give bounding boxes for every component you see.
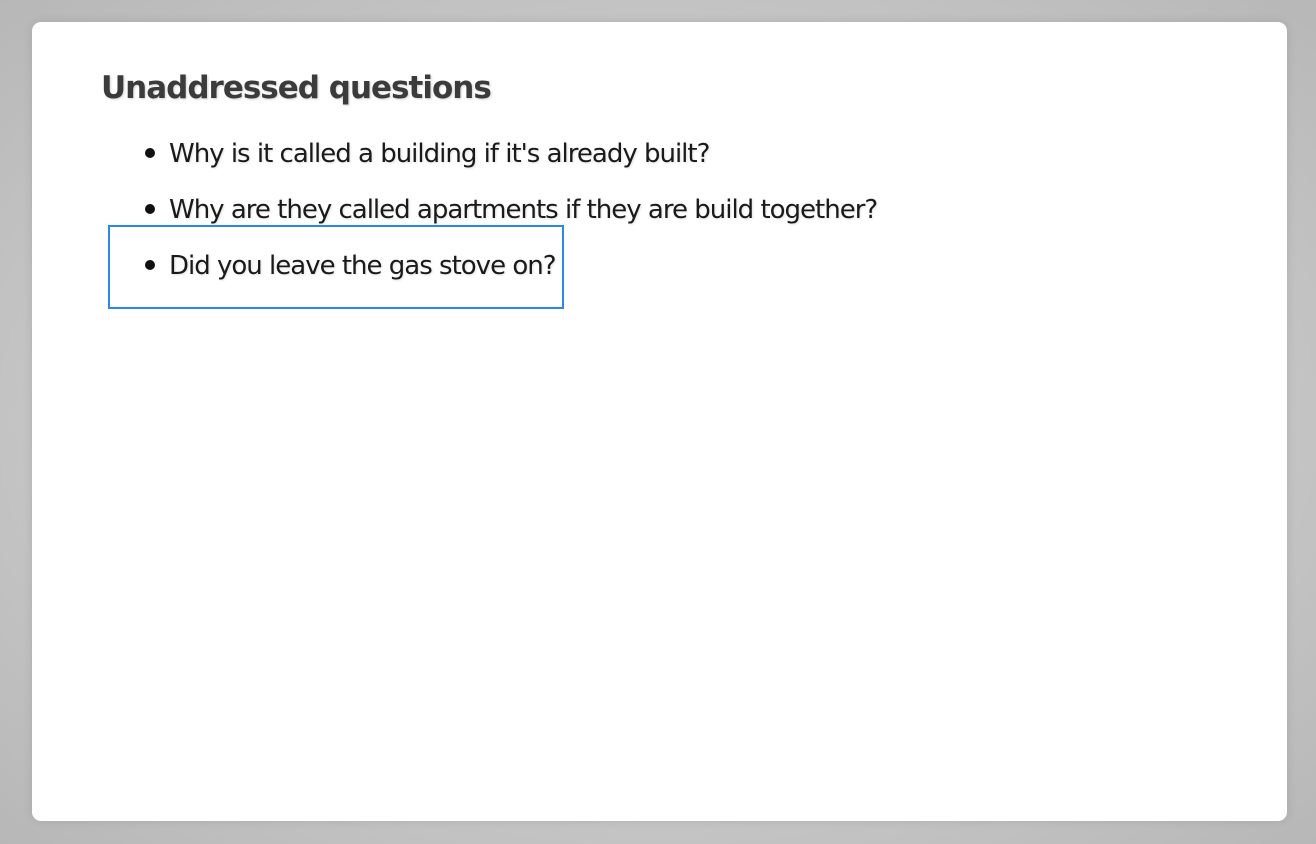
bullet-icon bbox=[145, 148, 155, 158]
slide: Unaddressed questions Why is it called a… bbox=[32, 22, 1287, 821]
bullet-icon bbox=[145, 204, 155, 214]
list-item: Why are they called apartments if they a… bbox=[145, 190, 878, 230]
list-item: Why is it called a building if it's alre… bbox=[145, 134, 710, 174]
bullet-icon bbox=[145, 260, 155, 270]
list-item-text: Why is it called a building if it's alre… bbox=[169, 139, 710, 169]
list-item-text: Did you leave the gas stove on? bbox=[169, 251, 557, 281]
list-item[interactable]: Did you leave the gas stove on? bbox=[145, 246, 557, 286]
list-item-text: Why are they called apartments if they a… bbox=[169, 195, 878, 225]
slide-title: Unaddressed questions bbox=[101, 70, 492, 106]
